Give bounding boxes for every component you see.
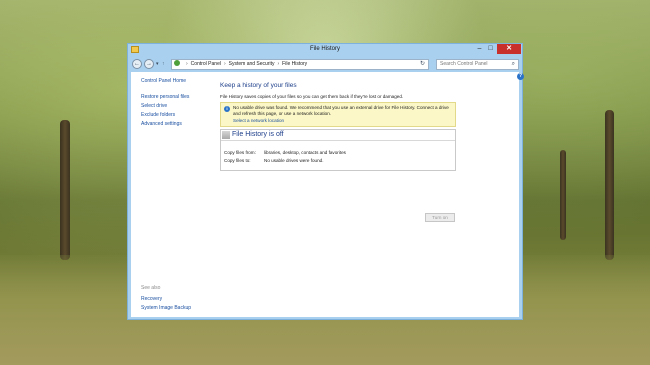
status-title: File History is off xyxy=(232,131,284,138)
page-title: Keep a history of your files xyxy=(220,82,297,89)
copy-from-value: libraries, desktop, contacts and favorit… xyxy=(264,150,346,155)
status-header: File History is off xyxy=(221,130,455,141)
breadcrumb-separator: › xyxy=(223,61,226,67)
up-arrow-icon[interactable]: ↑ xyxy=(162,61,165,67)
minimize-button[interactable]: – xyxy=(474,44,485,54)
see-also-label: See also xyxy=(141,285,161,291)
breadcrumb-file-history[interactable]: File History xyxy=(282,61,307,67)
back-button[interactable]: ← xyxy=(132,59,142,69)
sidebar-control-panel-home[interactable]: Control Panel Home xyxy=(141,78,186,84)
search-placeholder: Search Control Panel xyxy=(440,61,488,67)
status-panel: File History is off Copy files from: lib… xyxy=(220,129,456,171)
breadcrumb-system-security[interactable]: System and Security xyxy=(229,61,275,67)
see-also-system-image-backup[interactable]: System Image Backup xyxy=(141,305,191,311)
notice-text: No usable drive was found. We recommend … xyxy=(233,105,449,116)
copy-to-value: No usable drives were found. xyxy=(264,158,324,163)
close-button[interactable]: ✕ xyxy=(497,44,521,54)
search-input[interactable]: Search Control Panel ⌕ xyxy=(436,59,519,70)
select-network-location-link[interactable]: Select a network location xyxy=(233,118,284,123)
breadcrumb-separator: › xyxy=(277,61,280,67)
tree-trunk xyxy=(60,120,70,260)
search-icon[interactable]: ⌕ xyxy=(512,60,515,69)
window-title: File History xyxy=(309,46,340,52)
address-bar: ← → ▾ ↑ › Control Panel › System and Securi… xyxy=(131,58,519,71)
copy-from-row: Copy files from: libraries, desktop, con… xyxy=(224,150,346,155)
tree-trunk xyxy=(560,150,566,240)
breadcrumb-control-panel[interactable]: Control Panel xyxy=(191,61,221,67)
warning-notice: i No usable drive was found. We recommen… xyxy=(220,102,456,127)
turn-on-button[interactable]: Turn on xyxy=(425,213,455,222)
content-area: ? Control Panel Home Restore personal fi… xyxy=(131,72,524,317)
control-panel-icon xyxy=(174,60,180,66)
help-icon[interactable]: ? xyxy=(517,73,524,80)
copy-to-label: Copy files to: xyxy=(224,158,251,163)
sidebar-item-select-drive[interactable]: Select drive xyxy=(141,103,167,109)
copy-to-row: Copy files to: No usable drives were fou… xyxy=(224,158,324,163)
info-icon: i xyxy=(224,106,230,112)
drive-status-icon xyxy=(222,131,230,139)
maximize-button[interactable]: □ xyxy=(485,44,496,54)
page-description: File History saves copies of your files … xyxy=(220,94,404,99)
tree-trunk xyxy=(605,110,614,260)
sidebar-item-restore-personal-files[interactable]: Restore personal files xyxy=(141,94,189,100)
recent-pages-chevron-icon[interactable]: ▾ xyxy=(156,61,159,67)
title-bar: File History – □ ✕ xyxy=(128,44,522,56)
breadcrumb-separator: › xyxy=(186,61,188,67)
sidebar-item-exclude-folders[interactable]: Exclude folders xyxy=(141,112,175,118)
breadcrumb[interactable]: › Control Panel › System and Security › File … xyxy=(171,59,429,70)
refresh-icon[interactable]: ↻ xyxy=(420,60,425,69)
file-history-window: File History – □ ✕ ← → ▾ ↑ › Control Pane… xyxy=(127,43,524,320)
see-also-recovery[interactable]: Recovery xyxy=(141,296,162,302)
sidebar-item-advanced-settings[interactable]: Advanced settings xyxy=(141,121,182,127)
copy-from-label: Copy files from: xyxy=(224,150,256,155)
forward-button[interactable]: → xyxy=(144,59,154,69)
